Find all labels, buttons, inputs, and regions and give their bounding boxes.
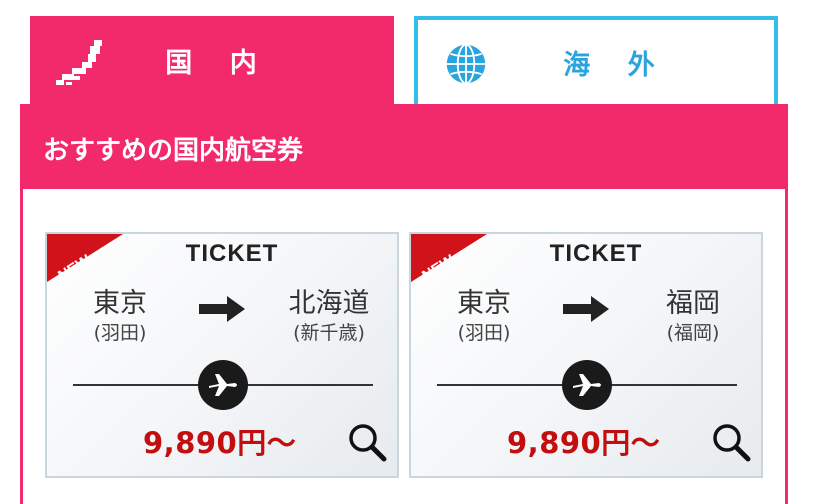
ticket-heading: TICKET bbox=[549, 240, 643, 267]
search-icon[interactable] bbox=[711, 422, 751, 462]
ticket-heading: TICKET bbox=[185, 240, 279, 267]
destination: 福岡 (福岡) bbox=[633, 288, 753, 346]
globe-icon bbox=[446, 43, 486, 85]
origin-city: 東京 bbox=[93, 288, 147, 319]
arrow-right-icon bbox=[199, 296, 245, 322]
japan-map-icon bbox=[56, 40, 102, 85]
ticket-card[interactable]: NEW TICKET 東京 (羽田) 北海道 (新千歳) 9,890円～ bbox=[45, 232, 399, 478]
origin-airport: (羽田) bbox=[457, 322, 511, 344]
origin-airport: (羽田) bbox=[93, 322, 147, 344]
destination: 北海道 (新千歳) bbox=[269, 288, 389, 346]
airplane-icon bbox=[198, 360, 248, 410]
destination-city: 北海道 bbox=[288, 288, 370, 319]
airplane-icon bbox=[562, 360, 612, 410]
tab-overseas[interactable]: 海 外 bbox=[414, 16, 778, 104]
tab-domestic[interactable]: 国 内 bbox=[30, 16, 394, 104]
destination-city: 福岡 bbox=[666, 288, 720, 319]
origin: 東京 (羽田) bbox=[75, 288, 165, 346]
origin-city: 東京 bbox=[457, 288, 511, 319]
ticket-card[interactable]: NEW TICKET 東京 (羽田) 福岡 (福岡) 9,890円～ bbox=[409, 232, 763, 478]
recommendations-panel: おすすめの国内航空券 NEW TICKET 東京 (羽田) 北海道 (新千歳) … bbox=[20, 104, 788, 504]
destination-airport: (福岡) bbox=[666, 322, 720, 344]
search-icon[interactable] bbox=[347, 422, 387, 462]
section-title: おすすめの国内航空券 bbox=[23, 107, 785, 189]
destination-airport: (新千歳) bbox=[293, 322, 365, 344]
price: 9,890円～ bbox=[143, 426, 297, 460]
origin: 東京 (羽田) bbox=[439, 288, 529, 346]
price: 9,890円～ bbox=[507, 426, 661, 460]
arrow-right-icon bbox=[563, 296, 609, 322]
